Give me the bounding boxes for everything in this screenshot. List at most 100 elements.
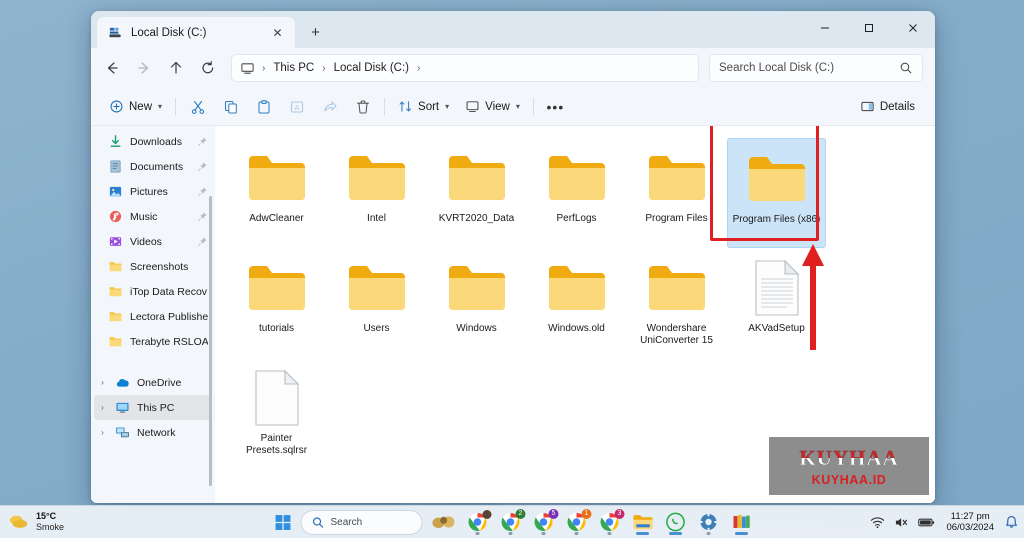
sidebar-item-documents[interactable]: Documents xyxy=(94,154,212,179)
maximize-button[interactable] xyxy=(847,11,891,44)
file-name: Users xyxy=(363,323,390,334)
copy-button[interactable] xyxy=(214,93,247,121)
clock[interactable]: 11:27 pm 06/03/2024 xyxy=(944,511,996,533)
chevron-down-icon: ▾ xyxy=(158,102,163,111)
sidebar-item-this-pc[interactable]: › This PC xyxy=(94,395,212,420)
taskbar-app-winrar[interactable] xyxy=(727,509,757,536)
sidebar-scrollbar[interactable] xyxy=(209,196,212,486)
windows-logo-icon xyxy=(275,514,290,530)
paste-button[interactable] xyxy=(247,93,280,121)
breadcrumb[interactable]: › This PC › Local Disk (C:) › xyxy=(231,54,699,82)
file-item-intel[interactable]: Intel xyxy=(327,138,426,248)
close-window-button[interactable] xyxy=(891,11,935,44)
battery-icon[interactable] xyxy=(918,517,935,528)
forward-button[interactable] xyxy=(129,54,159,82)
pin-icon[interactable] xyxy=(197,211,208,222)
file-item-perflogs[interactable]: PerfLogs xyxy=(527,138,626,248)
sidebar-item-videos[interactable]: Videos xyxy=(94,229,212,254)
breadcrumb-this-pc[interactable]: This PC xyxy=(268,60,319,76)
file-item-windows[interactable]: Windows xyxy=(427,248,526,358)
rename-icon: A xyxy=(290,100,303,113)
wifi-icon[interactable] xyxy=(870,516,885,529)
chevron-right-icon[interactable]: › xyxy=(97,403,108,412)
sidebar-label: iTop Data Recov xyxy=(130,285,208,298)
search-input[interactable]: Search Local Disk (C:) xyxy=(709,54,923,82)
refresh-button[interactable] xyxy=(193,54,223,82)
up-button[interactable] xyxy=(161,54,191,82)
sidebar-item-network[interactable]: › Network xyxy=(94,420,212,445)
window-controls xyxy=(803,11,935,44)
taskbar-center: Search 2 5 1 3 xyxy=(268,508,757,536)
minimize-button[interactable] xyxy=(803,11,847,44)
pin-icon[interactable] xyxy=(197,236,208,247)
view-button[interactable]: View ▾ xyxy=(457,93,528,121)
sidebar-item-lectora-publisher[interactable]: Lectora Publishe xyxy=(94,304,212,329)
sidebar-item-onedrive[interactable]: › OneDrive xyxy=(94,370,212,395)
pin-icon[interactable] xyxy=(197,186,208,197)
file-item-users[interactable]: Users xyxy=(327,248,426,358)
taskbar-app-chrome-4[interactable]: 1 xyxy=(562,508,592,536)
breadcrumb-trailing-separator[interactable]: › xyxy=(416,63,421,74)
badge-count: 3 xyxy=(614,508,625,519)
taskbar-app-chrome-5[interactable]: 3 xyxy=(595,508,625,536)
file-item-program-files-x86[interactable]: Program Files (x86) xyxy=(727,138,826,248)
chevron-down-icon: ▾ xyxy=(445,102,450,111)
sort-button[interactable]: Sort ▾ xyxy=(390,93,457,121)
share-button[interactable] xyxy=(313,93,346,121)
file-name: PerfLogs xyxy=(556,213,597,224)
taskbar-app-chrome-3[interactable]: 5 xyxy=(529,508,559,536)
new-tab-button[interactable]: + xyxy=(302,19,329,46)
chevron-right-icon[interactable]: › xyxy=(97,428,108,437)
file-item-tutorials[interactable]: tutorials xyxy=(227,248,326,358)
rename-button[interactable]: A xyxy=(280,93,313,121)
pictures-icon xyxy=(109,186,122,197)
taskbar-app-whatsapp[interactable] xyxy=(661,509,691,536)
scissors-icon xyxy=(191,100,204,114)
weather-widget[interactable]: 15°C Smoke xyxy=(0,511,150,533)
close-tab-icon[interactable]: ✕ xyxy=(268,23,287,42)
file-item-wondershare-uniconverter[interactable]: Wondershare UniConverter 15 xyxy=(627,248,726,358)
cut-button[interactable] xyxy=(181,93,214,121)
navigation-sidebar[interactable]: Downloads Documents Pictures Music Video… xyxy=(91,126,215,503)
sidebar-item-terabyte-rsloa[interactable]: Terabyte RSLOA xyxy=(94,329,212,354)
clock-date: 06/03/2024 xyxy=(946,522,994,533)
taskbar-app-chrome-1[interactable] xyxy=(463,509,493,536)
onedrive-icon xyxy=(116,378,129,387)
sidebar-item-music[interactable]: Music xyxy=(94,204,212,229)
chevron-right-icon[interactable]: › xyxy=(97,378,108,387)
delete-button[interactable] xyxy=(346,93,379,121)
new-button[interactable]: New ▾ xyxy=(101,93,170,121)
taskbar-app-file-explorer[interactable] xyxy=(628,509,658,536)
file-item-program-files[interactable]: Program Files xyxy=(627,138,726,248)
tab-local-disk-c[interactable]: Local Disk (C:) ✕ xyxy=(97,17,295,48)
sidebar-item-downloads[interactable]: Downloads xyxy=(94,129,212,154)
folder-icon xyxy=(547,144,607,212)
pin-icon[interactable] xyxy=(197,136,208,147)
file-item-akvadsetup[interactable]: AKVadSetup xyxy=(727,248,826,358)
sidebar-item-pictures[interactable]: Pictures xyxy=(94,179,212,204)
sidebar-item-screenshots[interactable]: Screenshots xyxy=(94,254,212,279)
taskbar-app-chrome-2[interactable]: 2 xyxy=(496,508,526,536)
back-button[interactable] xyxy=(97,54,127,82)
volume-muted-icon[interactable] xyxy=(894,516,909,529)
taskbar-app-settings[interactable] xyxy=(694,509,724,536)
command-bar: New ▾ A Sort ▾ View ▾ ••• Details xyxy=(91,88,935,126)
file-item-painter-presets[interactable]: Painter Presets.sqlrsr xyxy=(227,358,326,468)
file-item-windows-old[interactable]: Windows.old xyxy=(527,248,626,358)
music-icon xyxy=(109,210,122,223)
more-options-button[interactable]: ••• xyxy=(539,93,572,121)
bell-icon[interactable] xyxy=(1005,515,1018,529)
file-name: AKVadSetup xyxy=(748,323,805,334)
pin-icon[interactable] xyxy=(197,161,208,172)
start-button[interactable] xyxy=(268,509,298,536)
taskbar-search-box[interactable]: Search xyxy=(300,509,423,535)
file-item-adwcleaner[interactable]: AdwCleaner xyxy=(227,138,326,248)
search-placeholder: Search Local Disk (C:) xyxy=(719,62,835,74)
breadcrumb-local-disk[interactable]: Local Disk (C:) xyxy=(329,60,414,76)
sidebar-item-itop-data-recovery[interactable]: iTop Data Recov xyxy=(94,279,212,304)
file-item-kvrt2020-data[interactable]: KVRT2020_Data xyxy=(427,138,526,248)
file-name: Program Files (x86) xyxy=(732,214,821,225)
taskbar-app-pinned[interactable] xyxy=(430,509,460,536)
details-pane-button[interactable]: Details xyxy=(852,93,923,121)
file-list-area[interactable]: AdwCleaner Intel KVRT2020_Data PerfLogs … xyxy=(215,126,935,503)
